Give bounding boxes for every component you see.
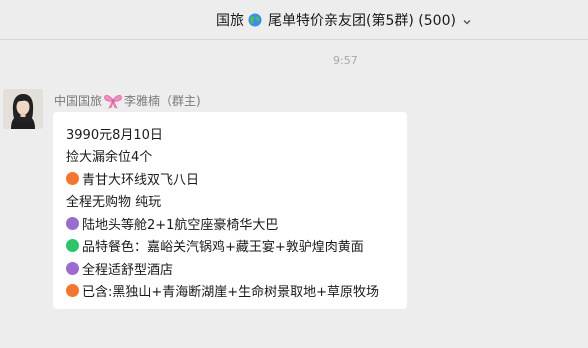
chat-title-bar: 国旅 尾单特价亲友团(第5群) (500): [0, 0, 588, 40]
message-line: 陆地头等舱2+1航空座豪椅华大巴: [66, 212, 407, 235]
chat-title-suffix: 尾单特价亲友团(第5群) (500): [268, 12, 456, 29]
chat-title-prefix: 国旅: [216, 12, 245, 29]
message-line: 捡大漏余位4个: [66, 150, 153, 166]
message-line: 已含:黑独山+青海断湖崖+生命树景取地+草原牧场: [66, 280, 407, 303]
chevron-down-icon[interactable]: [462, 15, 472, 25]
message-line: 3990元8月10日: [66, 127, 163, 143]
avatar-portrait-icon: [3, 89, 43, 129]
orange-circle-icon: [66, 171, 79, 185]
message-line: 青甘大环线双飞八日: [66, 167, 407, 190]
purple-circle-icon: [66, 216, 79, 230]
ribbon-bow-icon: [103, 93, 123, 109]
message-timestamp: 9:57: [333, 54, 358, 67]
message-line: 全程无购物 纯玩: [66, 195, 162, 211]
sender-avatar[interactable]: [3, 89, 43, 129]
globe-icon: [248, 13, 262, 27]
sender-name-prefix: 中国国旅: [54, 94, 103, 108]
message-bubble[interactable]: 3990元8月10日 捡大漏余位4个 青甘大环线双飞八日 全程无购物 纯玩 陆地…: [53, 112, 407, 309]
orange-circle-icon: [66, 284, 79, 298]
sender-name-suffix: 李雅楠（群主): [124, 94, 201, 108]
sender-name: 中国国旅 李雅楠（群主): [54, 92, 201, 109]
message-line: 全程适舒型酒店: [66, 257, 407, 280]
purple-circle-icon: [66, 261, 79, 275]
green-circle-icon: [66, 239, 79, 253]
chat-title[interactable]: 国旅 尾单特价亲友团(第5群) (500): [216, 10, 472, 30]
message-line: 品特餐色：嘉峪关汽锅鸡+藏王宴+敦驴煌肉黄面: [66, 235, 407, 258]
